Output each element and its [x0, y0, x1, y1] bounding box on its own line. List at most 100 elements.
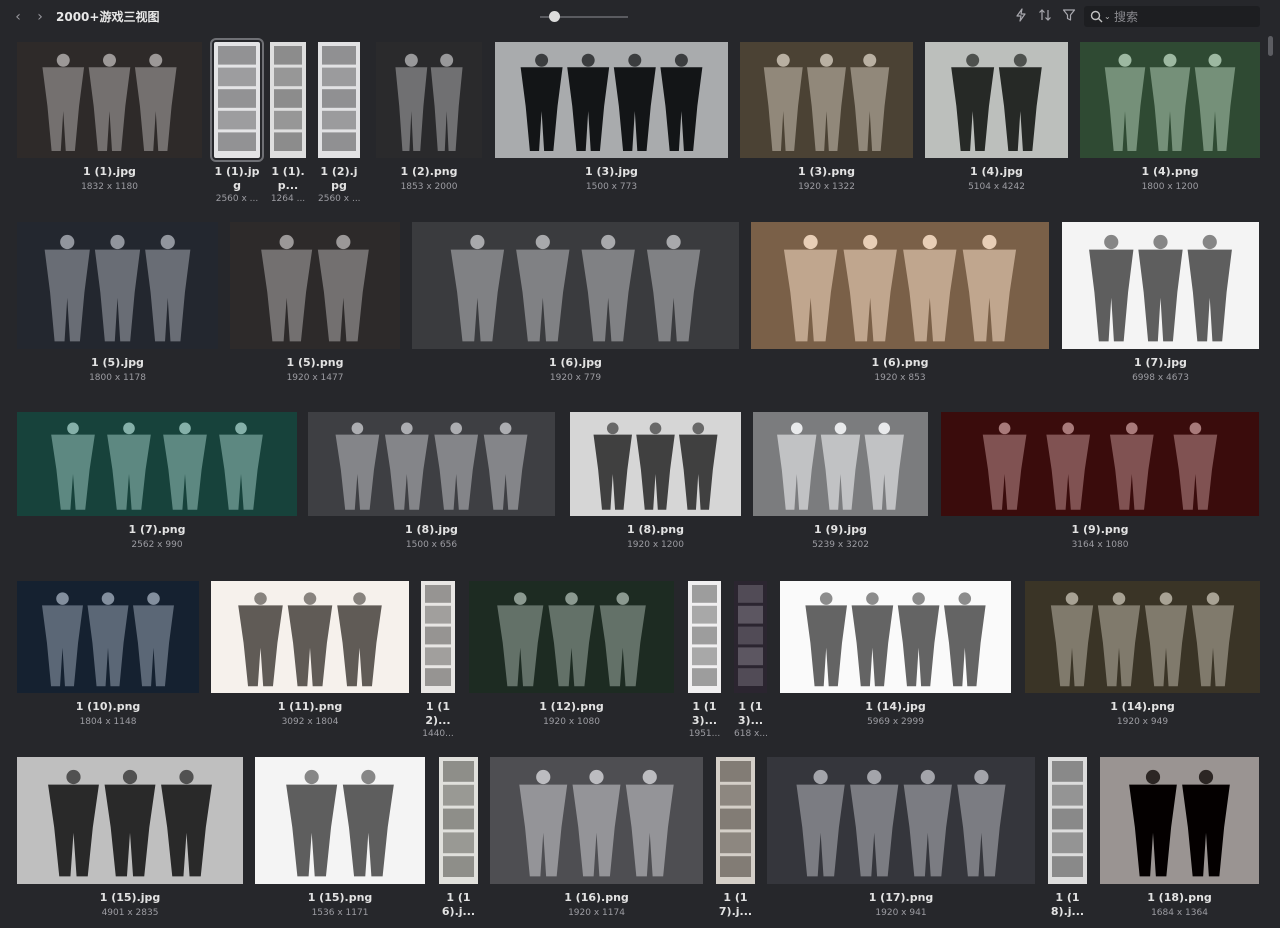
folder-title: 2000+游戏三视图: [56, 10, 160, 24]
thumbnail-image[interactable]: [469, 581, 674, 693]
search-box[interactable]: ⌄: [1084, 6, 1260, 27]
thumbnail-tile[interactable]: 1 (4).jpg 5104 x 4242: [925, 42, 1068, 202]
back-button[interactable]: ‹: [10, 8, 26, 26]
thumbnail-tile[interactable]: 1 (6).jpg 1920 x 779: [412, 222, 739, 393]
thumbnail-image[interactable]: [780, 581, 1011, 693]
thumbnail-image[interactable]: [17, 581, 199, 693]
thumbnail-image[interactable]: [17, 42, 202, 158]
image-dimensions: 1920 x 779: [549, 373, 602, 383]
thumbnail-tile[interactable]: 1 (10).png 1804 x 1148: [17, 581, 199, 737]
thumbnail-tile[interactable]: 1 (18).j...: [1048, 757, 1087, 928]
thumbnail-image[interactable]: [1025, 581, 1260, 693]
image-dimensions: 6998 x 4673: [1132, 373, 1189, 383]
thumbnail-image[interactable]: [688, 581, 721, 693]
thumbnail-image[interactable]: [767, 757, 1035, 884]
thumbnail-image[interactable]: [1062, 222, 1259, 349]
thumbnail-image[interactable]: [716, 757, 755, 884]
thumbnail-image[interactable]: [211, 581, 409, 693]
thumbnail-tile[interactable]: 1 (15).jpg 4901 x 2835: [17, 757, 243, 928]
thumbnail-tile[interactable]: 1 (6).png 1920 x 853: [751, 222, 1049, 393]
search-input[interactable]: [1114, 8, 1254, 25]
thumbnail-image[interactable]: [734, 581, 767, 693]
lightning-icon: [1016, 8, 1026, 22]
thumbnail-image[interactable]: [570, 412, 741, 516]
image-dimensions: 1920 x 1174: [568, 908, 625, 918]
thumbnail-tile[interactable]: 1 (16).j...: [439, 757, 478, 928]
thumbnail-tile[interactable]: 1 (7).png 2562 x 990: [17, 412, 297, 560]
search-icon: [1090, 10, 1103, 23]
lightning-button[interactable]: [1012, 8, 1030, 26]
thumbnail-image[interactable]: [230, 222, 400, 349]
thumbnail-image[interactable]: [439, 757, 478, 884]
thumbnail-image[interactable]: [17, 757, 243, 884]
thumbnail-image[interactable]: [1100, 757, 1259, 884]
thumbnail-tile[interactable]: 1 (7).jpg 6998 x 4673: [1062, 222, 1259, 393]
thumbnail-image[interactable]: [1080, 42, 1260, 158]
thumbnail-tile[interactable]: 1 (9).png 3164 x 1080: [941, 412, 1259, 560]
sort-button[interactable]: [1036, 8, 1054, 26]
thumbnail-tile[interactable]: 1 (3).png 1920 x 1322: [740, 42, 913, 202]
file-name: 1 (11).png: [277, 700, 343, 713]
filter-button[interactable]: [1060, 8, 1078, 26]
scrollbar-thumb[interactable]: [1268, 36, 1273, 56]
thumbnail-image[interactable]: [17, 412, 297, 516]
thumbnail-image[interactable]: [412, 222, 739, 349]
thumbnail-image[interactable]: [490, 757, 703, 884]
file-name: 1 (2).png: [400, 165, 458, 178]
thumbnail-tile[interactable]: 1 (9).jpg 5239 x 3202: [753, 412, 928, 560]
thumbnail-image[interactable]: [210, 38, 264, 162]
file-name: 1 (3).jpg: [585, 165, 638, 178]
thumbnail-image[interactable]: [376, 42, 482, 158]
thumbnail-tile[interactable]: 1 (12)... 1440...: [421, 581, 455, 739]
thumbnail-tile[interactable]: 1 (2).png 1853 x 2000: [376, 42, 482, 202]
thumbnail-tile[interactable]: 1 (18).png 1684 x 1364: [1100, 757, 1259, 928]
thumbnail-tile[interactable]: 1 (5).jpg 1800 x 1178: [17, 222, 218, 393]
thumbnail-tile[interactable]: 1 (8).jpg 1500 x 656: [308, 412, 555, 560]
thumbnail-image[interactable]: [753, 412, 928, 516]
thumbnail-image[interactable]: [270, 42, 306, 158]
thumbnail-tile[interactable]: 1 (4).png 1800 x 1200: [1080, 42, 1260, 202]
image-dimensions: 1800 x 1200: [1141, 182, 1199, 192]
thumbnail-tile[interactable]: 1 (17).png 1920 x 941: [767, 757, 1035, 928]
chevron-left-icon: ‹: [15, 9, 21, 25]
thumbnail-size-slider[interactable]: [540, 11, 628, 22]
file-name: 1 (9).png: [1071, 523, 1129, 536]
thumbnail-image[interactable]: [925, 42, 1068, 158]
thumbnail-tile[interactable]: 1 (2).jpg 2560 x ...: [318, 42, 360, 204]
file-name: 1 (17).j...: [718, 891, 753, 918]
thumbnail-tile[interactable]: 1 (17).j...: [716, 757, 755, 928]
thumbnail-image[interactable]: [1048, 757, 1087, 884]
file-name: 1 (5).jpg: [91, 356, 144, 369]
thumbnail-tile[interactable]: 1 (16).png 1920 x 1174: [490, 757, 703, 928]
thumbnail-image[interactable]: [740, 42, 913, 158]
file-name: 1 (9).jpg: [814, 523, 867, 536]
thumbnail-image[interactable]: [308, 412, 555, 516]
file-name: 1 (13)...: [691, 700, 718, 727]
thumbnail-image[interactable]: [255, 757, 425, 884]
thumbnail-tile[interactable]: 1 (5).png 1920 x 1477: [230, 222, 400, 393]
thumbnail-tile[interactable]: 1 (11).png 3092 x 1804: [211, 581, 409, 737]
thumbnail-image[interactable]: [421, 581, 455, 693]
forward-button[interactable]: ›: [32, 8, 48, 26]
thumbnail-image[interactable]: [318, 42, 360, 158]
slider-knob[interactable]: [549, 11, 560, 22]
image-dimensions: 1951...: [688, 729, 721, 739]
image-dimensions: 1800 x 1178: [89, 373, 146, 383]
thumbnail-tile[interactable]: 1 (1).jpg 2560 x ...: [210, 38, 264, 204]
thumbnail-tile[interactable]: 1 (13)... 1951...: [688, 581, 721, 739]
thumbnail-tile[interactable]: 1 (1).jpg 1832 x 1180: [17, 42, 202, 202]
thumbnail-tile[interactable]: 1 (3).jpg 1500 x 773: [495, 42, 728, 202]
thumbnail-image[interactable]: [941, 412, 1259, 516]
thumbnail-tile[interactable]: 1 (8).png 1920 x 1200: [570, 412, 741, 560]
file-name: 1 (8).png: [627, 523, 684, 536]
thumbnail-image[interactable]: [17, 222, 218, 349]
thumbnail-image[interactable]: [495, 42, 728, 158]
thumbnail-tile[interactable]: 1 (14).png 1920 x 949: [1025, 581, 1260, 737]
thumbnail-tile[interactable]: 1 (12).png 1920 x 1080: [469, 581, 674, 737]
thumbnail-tile[interactable]: 1 (15).png 1536 x 1171: [255, 757, 425, 928]
thumbnail-image[interactable]: [751, 222, 1049, 349]
thumbnail-tile[interactable]: 1 (14).jpg 5969 x 2999: [780, 581, 1011, 737]
thumbnail-tile[interactable]: 1 (13)... 618 x...: [734, 581, 767, 739]
file-name: 1 (3).png: [798, 165, 855, 178]
thumbnail-tile[interactable]: 1 (1).p... 1264 ...: [270, 42, 306, 204]
